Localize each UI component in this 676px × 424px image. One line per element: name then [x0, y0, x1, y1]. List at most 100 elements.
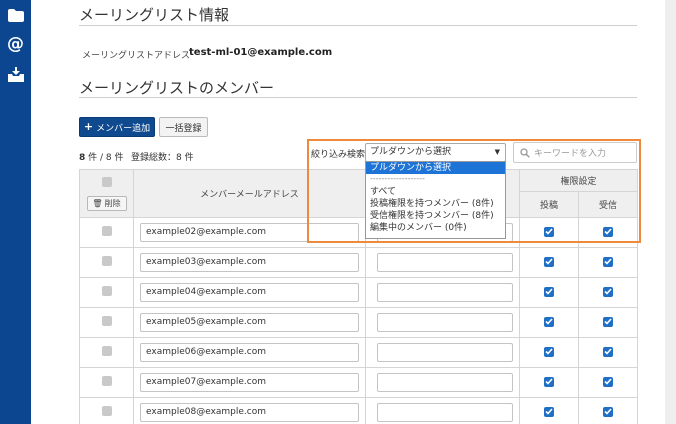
keyword-search-input[interactable]: キーワードを入力	[513, 142, 637, 163]
count-total: 8	[105, 153, 112, 163]
name-cell	[365, 337, 520, 368]
keyword-placeholder: キーワードを入力	[534, 149, 607, 159]
receive-cell	[577, 307, 639, 338]
add-member-label: メンバー追加	[96, 123, 151, 134]
registered-total: 登録総数：8 件	[131, 153, 194, 163]
receive-checkbox[interactable]	[603, 316, 613, 327]
name-field[interactable]	[377, 253, 513, 272]
at-sign-icon[interactable]: @	[7, 36, 24, 53]
filter-option[interactable]: プルダウンから選択	[366, 162, 505, 174]
row-checkbox[interactable]	[101, 376, 112, 386]
receive-checkbox[interactable]	[603, 346, 613, 357]
magnifier-icon	[520, 147, 530, 158]
inbox-download-icon[interactable]	[7, 66, 24, 82]
email-field[interactable]: example08@example.com	[140, 403, 359, 422]
delete-button[interactable]: 🗑 削除	[86, 195, 127, 211]
table-row: example08@example.com	[79, 397, 639, 424]
count-sep: 件 /	[88, 153, 104, 163]
email-field[interactable]: example03@example.com	[140, 253, 359, 272]
name-cell	[365, 307, 520, 338]
table-body: example02@example.com example03@example.c…	[79, 217, 639, 424]
filter-select[interactable]: プルダウンから選択 ▼	[365, 143, 506, 162]
filter-option-separator: -------------------	[370, 174, 425, 183]
row-select-cell	[79, 247, 134, 278]
row-checkbox[interactable]	[101, 226, 112, 236]
count-unit: 件	[114, 153, 124, 163]
row-select-cell	[79, 367, 134, 398]
table-row: example03@example.com	[79, 247, 639, 278]
dropdown-caret-icon: ▼	[494, 148, 500, 156]
post-cell	[519, 367, 579, 398]
plus-icon: +	[83, 120, 94, 133]
email-field[interactable]: example05@example.com	[140, 313, 359, 332]
receive-cell	[577, 367, 639, 398]
name-cell	[365, 397, 520, 424]
select-all-checkbox[interactable]	[101, 176, 112, 187]
divider	[79, 97, 637, 98]
folder-icon[interactable]	[7, 7, 24, 23]
filter-option[interactable]: すべて	[366, 186, 505, 198]
post-cell	[519, 337, 579, 368]
divider	[79, 25, 637, 26]
filter-options-list: プルダウンから選択 ------------------- すべて 投稿権限を持…	[365, 161, 506, 239]
page-title: メーリングリスト情報	[79, 6, 230, 24]
email-field[interactable]: example04@example.com	[140, 283, 359, 302]
table-row: example05@example.com	[79, 307, 639, 338]
table-row: example07@example.com	[79, 367, 639, 398]
filter-option[interactable]: 編集中のメンバー (0件)	[366, 222, 505, 234]
post-cell	[519, 247, 579, 278]
post-cell	[519, 397, 579, 424]
post-checkbox[interactable]	[544, 406, 554, 417]
row-select-cell	[79, 337, 134, 368]
name-field[interactable]	[377, 373, 513, 392]
post-cell	[519, 307, 579, 338]
bulk-register-button[interactable]: 一括登録	[159, 117, 208, 137]
post-checkbox[interactable]	[544, 376, 554, 387]
name-field[interactable]	[377, 403, 513, 422]
sidebar: @	[0, 0, 31, 424]
receive-cell	[577, 277, 639, 308]
row-checkbox[interactable]	[101, 316, 112, 326]
email-cell: example07@example.com	[133, 367, 366, 398]
post-checkbox[interactable]	[544, 286, 554, 297]
name-cell	[365, 247, 520, 278]
table-row: example04@example.com	[79, 277, 639, 308]
row-checkbox[interactable]	[101, 286, 112, 296]
receive-checkbox[interactable]	[603, 376, 613, 387]
post-cell	[519, 277, 579, 308]
receive-checkbox[interactable]	[603, 406, 613, 417]
post-checkbox[interactable]	[544, 256, 554, 267]
email-field[interactable]: example07@example.com	[140, 373, 359, 392]
delete-label: 削除	[104, 198, 121, 208]
select-all-header: 🗑 削除	[79, 169, 134, 218]
ml-address-value: test-ml-01@example.com	[189, 47, 333, 58]
row-checkbox[interactable]	[101, 346, 112, 356]
row-select-cell	[79, 277, 134, 308]
email-cell: example03@example.com	[133, 247, 366, 278]
receive-checkbox[interactable]	[603, 256, 613, 267]
row-checkbox[interactable]	[101, 256, 112, 266]
receive-checkbox[interactable]	[603, 286, 613, 297]
ml-address-label: メーリングリストアドレス	[82, 51, 191, 61]
filter-option[interactable]: 投稿権限を持つメンバー (8件)	[366, 198, 505, 210]
email-field[interactable]: example06@example.com	[140, 343, 359, 362]
filter-label: 絞り込み検索	[311, 150, 366, 160]
name-field[interactable]	[377, 283, 513, 302]
row-select-cell	[79, 397, 134, 424]
add-member-button[interactable]: + メンバー追加	[79, 117, 155, 137]
name-field[interactable]	[377, 343, 513, 362]
email-cell: example04@example.com	[133, 277, 366, 308]
trash-icon: 🗑	[92, 198, 103, 208]
row-select-cell	[79, 307, 134, 338]
post-checkbox[interactable]	[544, 316, 554, 327]
row-checkbox[interactable]	[101, 406, 112, 416]
member-count: 8 件 / 8 件	[79, 150, 124, 163]
post-checkbox[interactable]	[544, 346, 554, 357]
filter-selected-value: プルダウンから選択	[370, 147, 452, 157]
scrollbar-track[interactable]	[665, 0, 676, 424]
name-field[interactable]	[377, 313, 513, 332]
name-cell	[365, 277, 520, 308]
receive-cell	[577, 247, 639, 278]
receive-cell	[577, 337, 639, 368]
filter-option[interactable]: 受信権限を持つメンバー (8件)	[366, 210, 505, 222]
